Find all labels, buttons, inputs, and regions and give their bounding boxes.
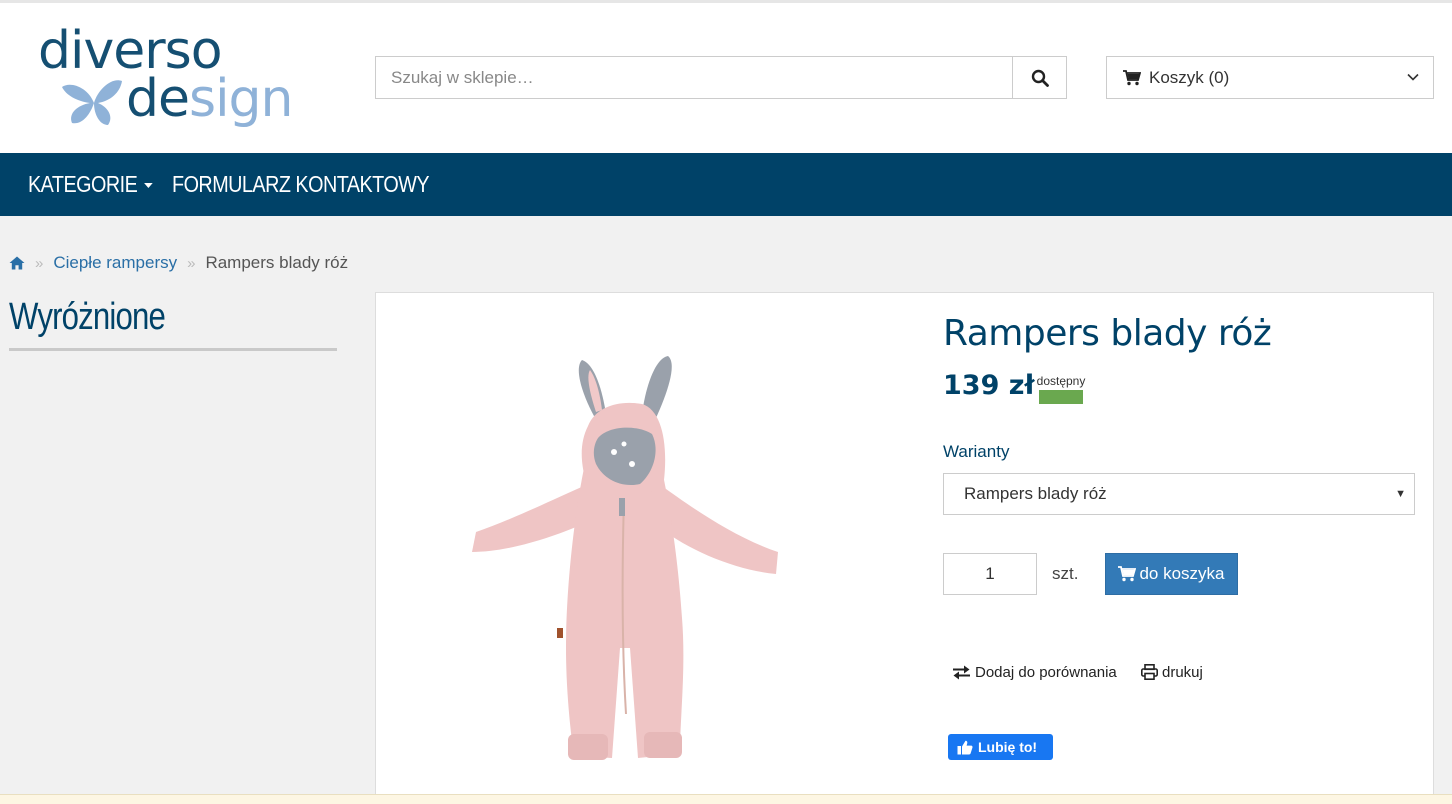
- print-label: drukuj: [1162, 663, 1203, 681]
- print-link[interactable]: drukuj: [1141, 662, 1203, 682]
- search-button[interactable]: [1012, 57, 1066, 98]
- cart-icon: [1118, 566, 1137, 582]
- search-box: [375, 56, 1067, 99]
- availability-text: dostępny: [1036, 374, 1086, 388]
- nav-item-kategorie[interactable]: KATEGORIE: [28, 153, 153, 216]
- variant-select[interactable]: Rampers blady róż ▼: [943, 473, 1415, 515]
- quantity-input[interactable]: [943, 553, 1037, 595]
- breadcrumb-separator: »: [187, 254, 196, 272]
- exchange-icon: [953, 665, 970, 679]
- site-header: diverso design Koszyk (0): [0, 0, 1452, 153]
- logo-text-line2: design: [126, 69, 294, 129]
- facebook-like-label: Lubię to!: [978, 739, 1038, 755]
- cart-dropdown[interactable]: Koszyk (0): [1106, 56, 1434, 99]
- compare-link[interactable]: Dodaj do porównania: [952, 662, 1117, 682]
- chevron-down-icon: [1407, 73, 1419, 81]
- caret-down-icon: [144, 183, 153, 189]
- search-icon: [1031, 69, 1049, 87]
- nav-item-label: KATEGORIE: [28, 171, 138, 197]
- breadcrumb-separator: »: [35, 254, 44, 272]
- variants-label: Warianty: [943, 442, 1010, 461]
- site-logo[interactable]: diverso design: [36, 25, 316, 135]
- add-to-cart-label: do koszyka: [1139, 564, 1225, 583]
- compare-label: Dodaj do porównania: [975, 663, 1117, 681]
- facebook-like-button[interactable]: Lubię to!: [948, 734, 1053, 760]
- product-panel: Rampers blady róż 139 zł dostępny Warian…: [375, 292, 1434, 804]
- main-navigation: KATEGORIE FORMULARZ KONTAKTOWY: [0, 153, 1452, 216]
- breadcrumb-current: Rampers blady róż: [205, 253, 349, 272]
- quantity-unit: szt.: [1052, 564, 1079, 583]
- availability-badge: dostępny: [1036, 374, 1086, 404]
- product-image[interactable]: [456, 348, 796, 768]
- product-title: Rampers blady róż: [943, 313, 1272, 354]
- nav-item-formularz-kontaktowy[interactable]: FORMULARZ KONTAKTOWY: [172, 153, 430, 216]
- home-icon[interactable]: [9, 256, 25, 270]
- product-price: 139 zł: [943, 370, 1035, 401]
- add-to-cart-button[interactable]: do koszyka: [1105, 553, 1238, 595]
- cart-label: Koszyk (0): [1149, 67, 1230, 87]
- sidebar-featured-title: Wyróżnione: [9, 296, 337, 351]
- search-input[interactable]: [376, 57, 1013, 98]
- nav-item-label: FORMULARZ KONTAKTOWY: [172, 171, 430, 197]
- dropdown-arrow-icon: ▼: [1395, 488, 1406, 500]
- availability-bar: [1039, 390, 1083, 404]
- variant-selected-value: Rampers blady róż: [964, 484, 1107, 503]
- cart-icon: [1123, 69, 1141, 85]
- breadcrumb: » Ciepłe rampersy » Rampers blady róż: [9, 252, 348, 274]
- butterfly-icon: [62, 80, 122, 125]
- print-icon: [1141, 664, 1158, 680]
- cookie-banner-edge: [0, 794, 1452, 804]
- breadcrumb-link-category[interactable]: Ciepłe rampersy: [53, 253, 177, 273]
- thumbs-up-icon: [957, 740, 973, 754]
